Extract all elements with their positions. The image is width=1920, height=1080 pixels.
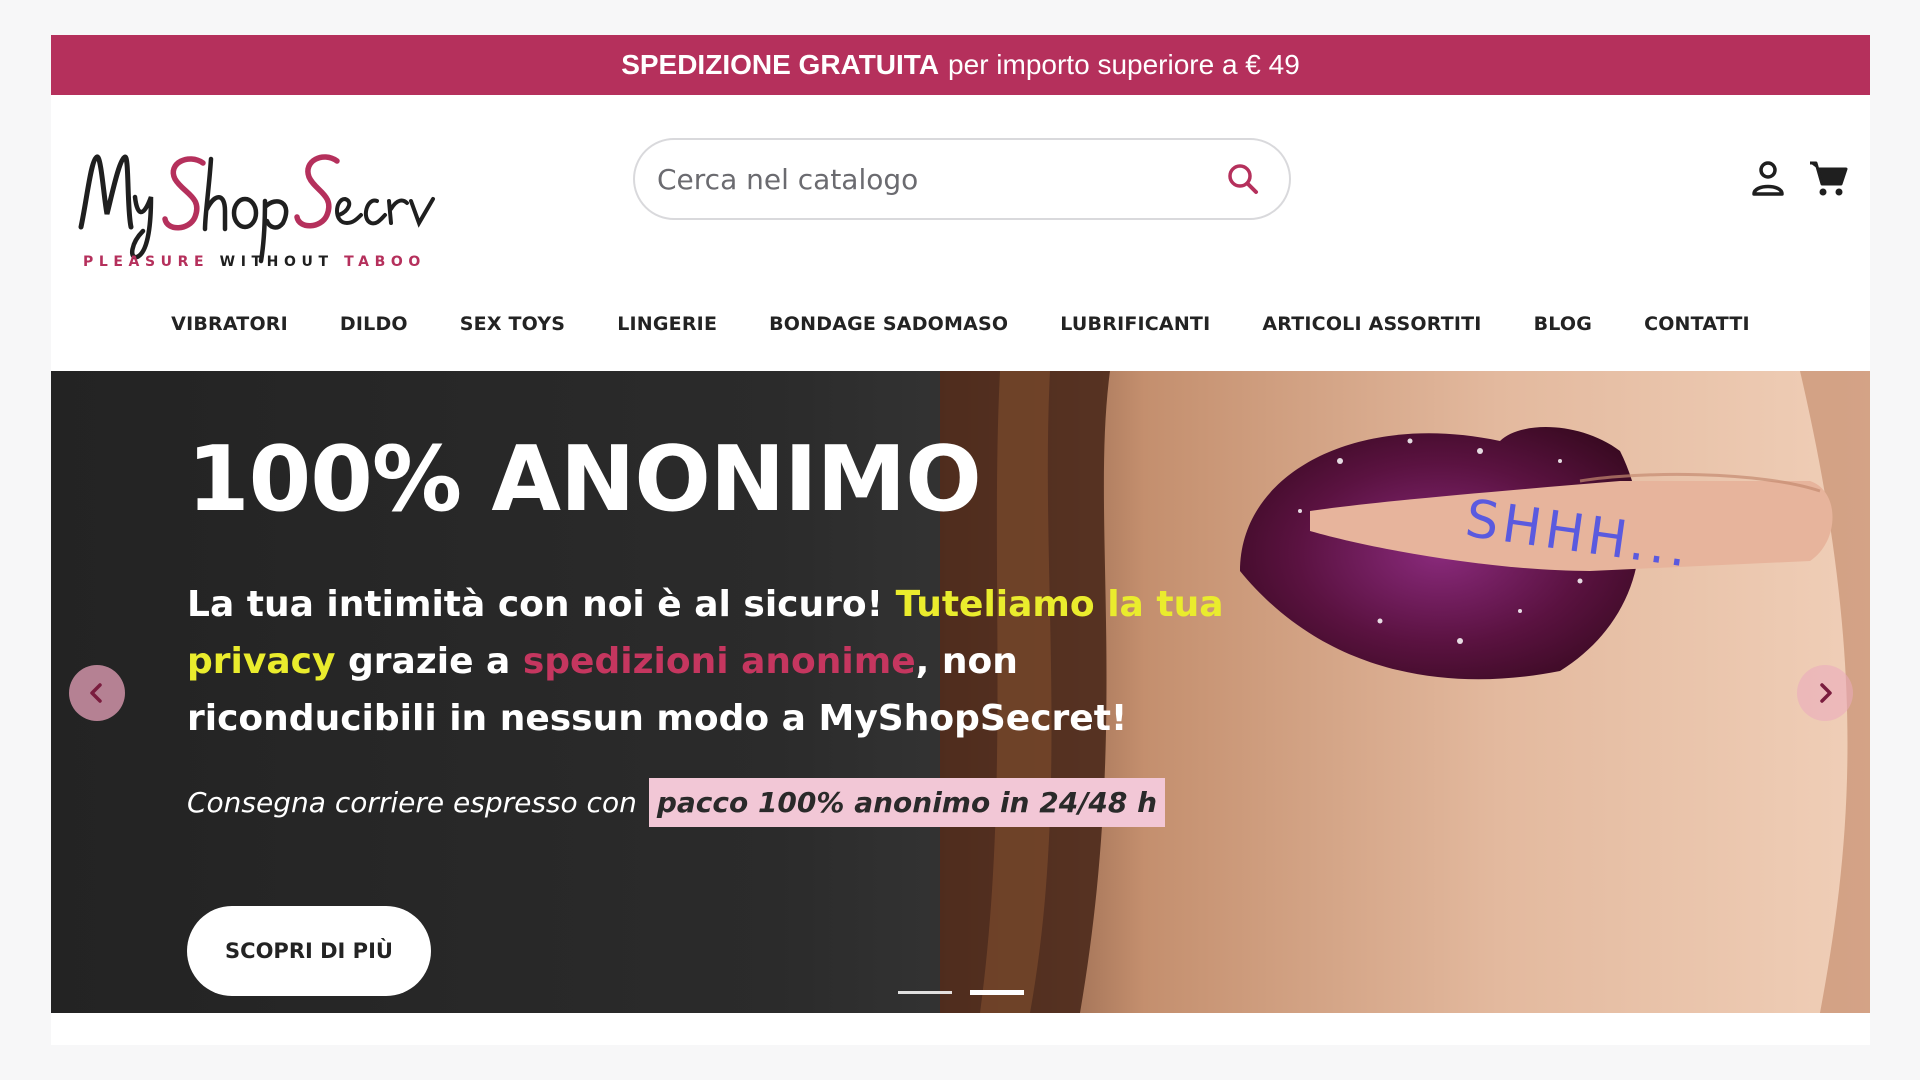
hero-lead-part-1: La tua intimità con noi è al sicuro! bbox=[187, 584, 896, 625]
user-icon bbox=[1752, 161, 1784, 196]
cart-button[interactable] bbox=[1808, 158, 1848, 198]
hero-lead-part-2: grazie a bbox=[335, 641, 523, 682]
discover-more-button[interactable]: SCOPRI DI PIÙ bbox=[187, 906, 431, 996]
search-input[interactable] bbox=[635, 140, 1197, 218]
hero-lead: La tua intimità con noi è al sicuro! Tut… bbox=[187, 576, 1247, 747]
main-nav: VIBRATORI DILDO SEX TOYS LINGERIE BONDAG… bbox=[51, 299, 1870, 349]
page-frame: SPEDIZIONE GRATUITA per importo superior… bbox=[51, 35, 1870, 1045]
hero-slider: SHHH... 100% ANONIMO La tua intimità con… bbox=[51, 371, 1870, 1013]
slider-next-button[interactable] bbox=[1797, 665, 1853, 721]
slider-dot-2[interactable] bbox=[970, 990, 1024, 995]
search-bar bbox=[633, 138, 1291, 220]
nav-item-lingerie[interactable]: LINGERIE bbox=[617, 313, 717, 335]
account-button[interactable] bbox=[1751, 160, 1785, 198]
hero-title: 100% ANONIMO bbox=[187, 427, 982, 532]
nav-item-bondage-sadomaso[interactable]: BONDAGE SADOMASO bbox=[769, 313, 1008, 335]
free-shipping-banner: SPEDIZIONE GRATUITA per importo superior… bbox=[51, 35, 1870, 95]
hero-sub-text: Consegna corriere espresso con bbox=[187, 786, 637, 819]
nav-item-blog[interactable]: BLOG bbox=[1534, 313, 1592, 335]
search-button[interactable] bbox=[1197, 140, 1289, 218]
banner-bold-text: SPEDIZIONE GRATUITA bbox=[621, 49, 940, 80]
nav-item-articoli-assortiti[interactable]: ARTICOLI ASSORTITI bbox=[1262, 313, 1481, 335]
chevron-left-icon bbox=[90, 683, 102, 703]
hero-sub-highlight: pacco 100% anonimo in 24/48 h bbox=[648, 778, 1166, 827]
nav-item-contatti[interactable]: CONTATTI bbox=[1644, 313, 1750, 335]
search-icon bbox=[1228, 164, 1258, 194]
cart-icon bbox=[1810, 161, 1848, 196]
slider-prev-button[interactable] bbox=[69, 665, 125, 721]
site-logo[interactable]: PLEASURE WITHOUT TABOO bbox=[71, 119, 451, 274]
nav-item-dildo[interactable]: DILDO bbox=[340, 313, 408, 335]
slider-pagination bbox=[898, 990, 1024, 995]
svg-text:PLEASURE WITHOUT TABOO: PLEASURE WITHOUT TABOO bbox=[83, 254, 426, 270]
hero-subline: Consegna corriere espresso con pacco 100… bbox=[187, 778, 1166, 827]
chevron-right-icon bbox=[1820, 683, 1832, 703]
logo-graphic: PLEASURE WITHOUT TABOO bbox=[78, 154, 435, 270]
slider-dot-1[interactable] bbox=[898, 991, 952, 994]
nav-item-vibratori[interactable]: VIBRATORI bbox=[171, 313, 288, 335]
banner-text: per importo superiore a € 49 bbox=[948, 49, 1300, 80]
nav-item-lubrificanti[interactable]: LUBRIFICANTI bbox=[1060, 313, 1210, 335]
hero-lead-pink-highlight: spedizioni anonime bbox=[522, 641, 916, 682]
nav-item-sex-toys[interactable]: SEX TOYS bbox=[460, 313, 565, 335]
